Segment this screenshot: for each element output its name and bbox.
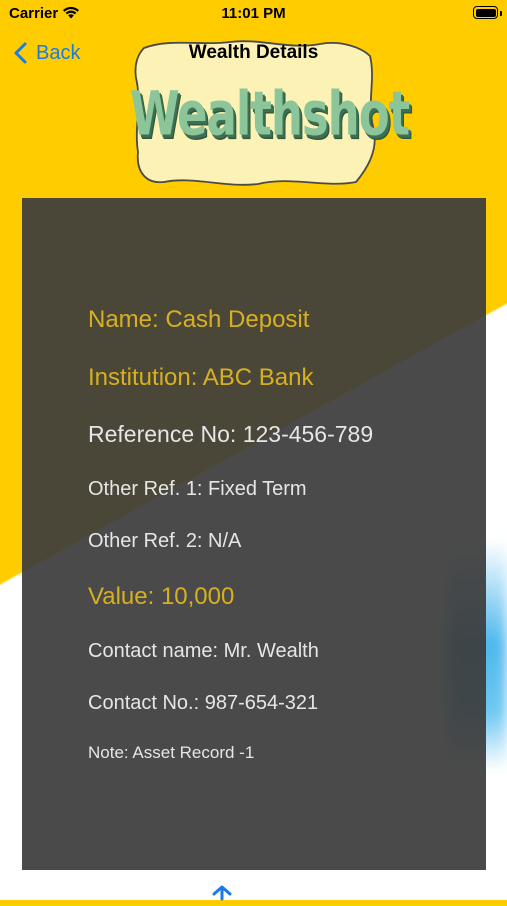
page-title: Wealth Details (188, 42, 319, 63)
detail-contact-name: Contact name: Mr. Wealth (88, 640, 319, 662)
details-panel: Name: Cash Deposit Institution: ABC Bank… (22, 198, 486, 870)
logo-text: Wealthshot (130, 78, 410, 150)
status-time: 11:01 PM (221, 5, 286, 22)
detail-institution: Institution: ABC Bank (88, 364, 314, 391)
detail-other-ref-1: Other Ref. 1: Fixed Term (88, 478, 307, 500)
battery-icon (473, 6, 498, 19)
detail-reference-no: Reference No: 123-456-789 (88, 421, 374, 447)
battery-nub (500, 11, 502, 16)
status-bar: Carrier 11:01 PM (0, 0, 507, 28)
detail-name: Name: Cash Deposit (88, 306, 310, 333)
arrow-up-icon[interactable] (211, 885, 233, 906)
detail-value: Value: 10,000 (88, 583, 235, 610)
detail-contact-no: Contact No.: 987-654-321 (88, 692, 319, 714)
detail-note: Note: Asset Record -1 (88, 743, 255, 762)
detail-other-ref-2: Other Ref. 2: N/A (88, 530, 242, 552)
